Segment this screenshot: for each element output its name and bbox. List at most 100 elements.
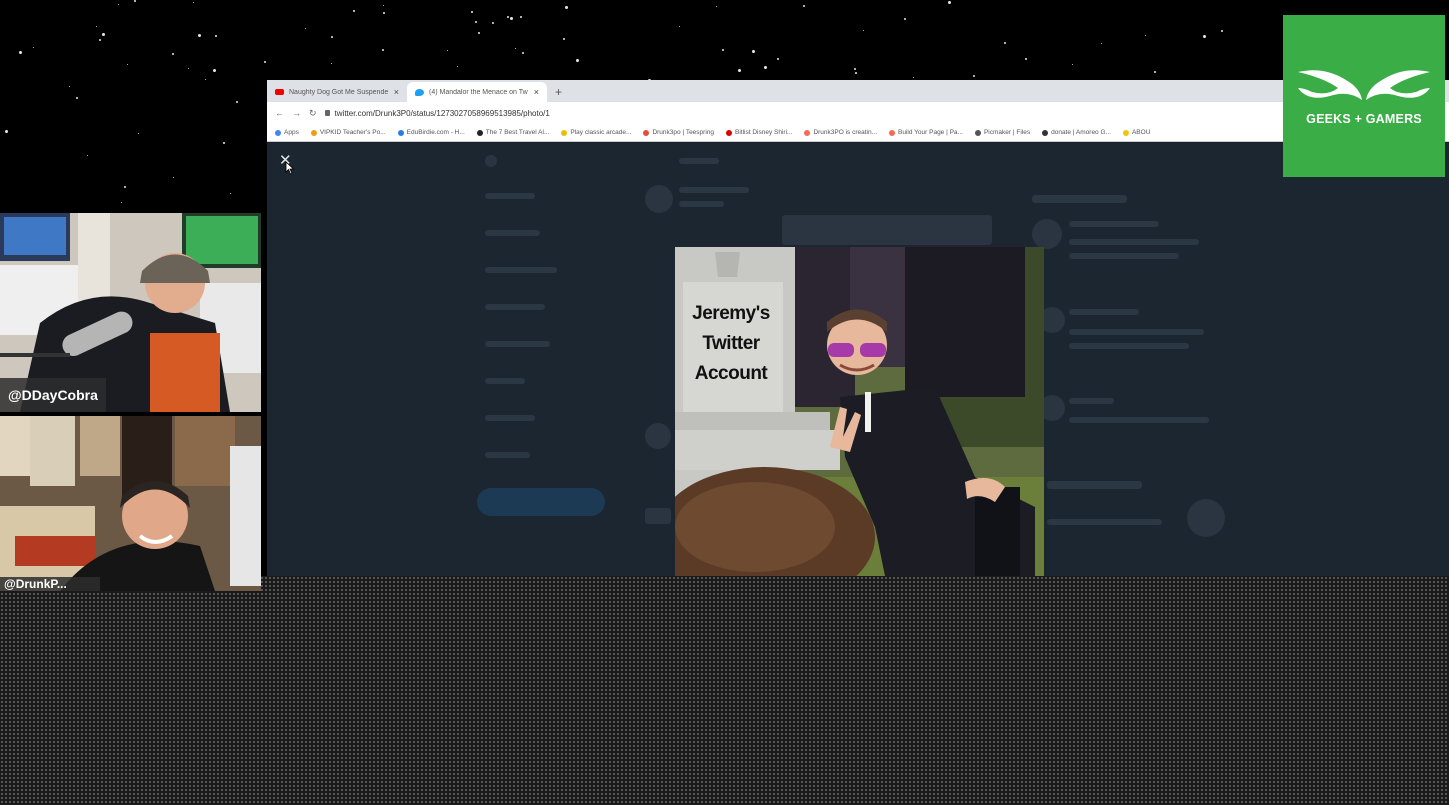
star	[722, 49, 724, 51]
webcam-name-label: @DDayCobra	[0, 378, 106, 412]
star	[863, 30, 864, 31]
star	[172, 53, 174, 55]
star	[223, 142, 225, 144]
address-bar: ← → ↻ twitter.com/Drunk3P0/status/127302…	[267, 102, 1449, 124]
ghost-nav	[485, 230, 540, 236]
bookmark-favicon-icon	[804, 129, 811, 136]
browser-window: Naughty Dog Got Me Suspende × (4) Mandal…	[267, 80, 1449, 576]
star	[904, 18, 906, 20]
bookmark-item[interactable]: Build Your Page | Pa...	[889, 129, 963, 136]
bookmark-item[interactable]: donate | Amoreo G...	[1042, 129, 1111, 136]
tab-twitter[interactable]: (4) Mandalor the Menace on Tw ×	[407, 82, 547, 102]
meme-illustration	[675, 247, 1044, 576]
bookmark-item[interactable]: VIPKID Teacher's Po...	[310, 129, 386, 136]
webcam-name-label: @DrunkP...	[0, 577, 100, 591]
star	[1004, 42, 1006, 44]
star	[102, 33, 105, 36]
star	[457, 66, 458, 67]
star	[138, 133, 139, 134]
bookmark-item[interactable]: ABOU	[1122, 129, 1151, 136]
star	[854, 68, 856, 70]
reload-icon[interactable]: ↻	[309, 108, 317, 119]
bookmark-item[interactable]: Drunk3PO is creatin...	[804, 129, 877, 136]
star	[96, 26, 97, 27]
star	[331, 36, 333, 38]
star	[124, 186, 126, 188]
close-tab-icon[interactable]: ×	[534, 87, 539, 97]
bookmark-item[interactable]: Bitlist Disney Shiri...	[726, 129, 792, 136]
bookmark-label: VIPKID Teacher's Po...	[319, 129, 386, 136]
star	[230, 193, 231, 194]
url-field[interactable]: twitter.com/Drunk3P0/status/127302705896…	[324, 109, 550, 118]
ghost-block	[782, 215, 992, 245]
ghost-heading	[1047, 481, 1142, 489]
bookmark-label: EduBirdie.com - H...	[406, 129, 465, 136]
bookmark-item[interactable]: The 7 Best Travel Al...	[476, 129, 550, 136]
star	[565, 6, 568, 9]
bookmark-item[interactable]: Drunk3po | Teespring	[643, 129, 714, 136]
new-tab-button[interactable]: +	[547, 82, 570, 102]
ghost-nav	[485, 378, 525, 384]
bookmark-item[interactable]: Play classic arcade...	[561, 129, 631, 136]
close-tab-icon[interactable]: ×	[394, 87, 399, 97]
forward-arrow-icon[interactable]: →	[292, 108, 301, 118]
star	[383, 5, 384, 6]
star	[383, 12, 385, 14]
star	[1221, 30, 1223, 32]
ghost-text	[1069, 398, 1114, 404]
star	[948, 1, 951, 4]
star	[679, 26, 680, 27]
bookmark-item[interactable]: Picmaker | Files	[974, 129, 1030, 136]
star	[121, 202, 122, 203]
star	[803, 5, 805, 7]
star	[475, 21, 477, 23]
ghost-nav	[485, 193, 535, 199]
bookmark-item[interactable]: Apps	[275, 129, 299, 136]
star	[522, 52, 524, 54]
ghost-nav	[485, 304, 545, 310]
star	[492, 22, 494, 24]
ghost-avatar	[1187, 499, 1225, 537]
bookmark-label: Play classic arcade...	[570, 129, 632, 136]
star	[738, 69, 741, 72]
star	[752, 50, 755, 53]
star	[1203, 35, 1206, 38]
star	[264, 61, 266, 63]
star	[1025, 58, 1027, 60]
ghost-text	[1069, 417, 1209, 423]
star	[764, 66, 767, 69]
ghost-nav	[485, 452, 530, 458]
ghost-avatar	[1032, 219, 1062, 249]
star	[33, 47, 34, 48]
ghost-text	[679, 187, 749, 193]
tweet-photo[interactable]: Jeremy's Twitter Account	[675, 247, 1044, 576]
logo-mark-icon	[1298, 70, 1430, 100]
star	[188, 68, 189, 69]
star	[19, 51, 22, 54]
tab-strip: Naughty Dog Got Me Suspende × (4) Mandal…	[267, 80, 1449, 102]
twitter-page-dimmed: ✕ Jeremy's Twitter Account	[267, 143, 1449, 576]
star	[507, 16, 509, 18]
back-arrow-icon[interactable]: ←	[275, 108, 284, 118]
bookmark-favicon-icon	[643, 129, 650, 136]
star	[236, 101, 238, 103]
bookmark-label: ABOU	[1131, 129, 1151, 136]
bookmark-label: Bitlist Disney Shiri...	[735, 129, 793, 136]
webcam-feed-ddaycobra: @DDayCobra	[0, 213, 261, 412]
headstone-text: Jeremy's Twitter Account	[692, 303, 770, 384]
bookmark-label: The 7 Best Travel Al...	[485, 129, 550, 136]
bookmarks-bar: Apps VIPKID Teacher's Po... EduBirdie.com …	[267, 124, 1449, 142]
bookmark-favicon-icon	[726, 129, 733, 136]
star	[855, 72, 857, 74]
star	[716, 6, 717, 7]
bookmark-item[interactable]: EduBirdie.com - H...	[397, 129, 465, 136]
bookmark-label: Drunk3po | Teespring	[652, 129, 715, 136]
star	[382, 49, 384, 51]
tab-youtube[interactable]: Naughty Dog Got Me Suspende ×	[267, 82, 407, 102]
ghost-text	[1069, 239, 1199, 245]
bookmark-favicon-icon	[310, 129, 317, 136]
bookmark-favicon-icon	[1122, 129, 1129, 136]
bookmark-label: donate | Amoreo G...	[1051, 129, 1111, 136]
ghost-avatar	[645, 423, 671, 449]
ghost-text	[1069, 329, 1204, 335]
